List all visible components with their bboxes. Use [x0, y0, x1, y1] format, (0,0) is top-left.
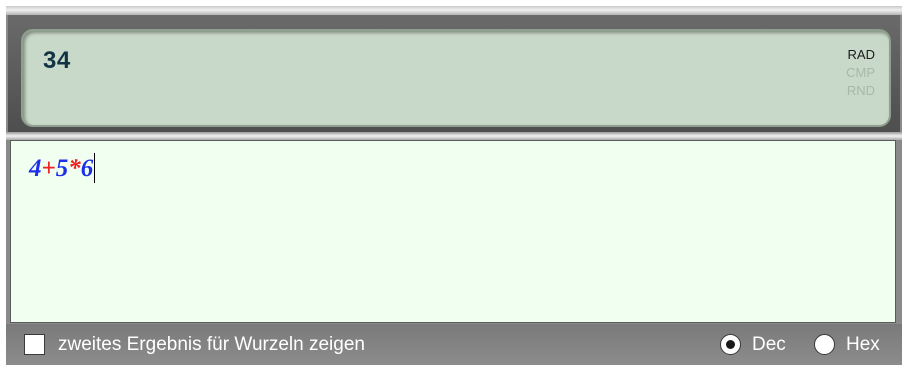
expression-token: 6 — [80, 155, 94, 182]
dec-radio-label[interactable]: Dec — [752, 334, 786, 356]
text-caret — [94, 153, 96, 183]
options-bar: zweites Ergebnis für Wurzeln zeigen Dec … — [6, 324, 902, 365]
cmp-indicator: CMP — [846, 65, 875, 80]
mode-indicators: RAD CMP RND — [846, 46, 875, 100]
rnd-indicator: RND — [846, 83, 875, 98]
expression-editor[interactable]: 4+5*6 — [10, 140, 896, 323]
second-root-result-checkbox[interactable] — [24, 334, 45, 355]
dec-radio[interactable] — [720, 334, 741, 355]
lcd-display: 34 RAD CMP RND — [23, 31, 889, 125]
expression-token: 5 — [55, 155, 69, 182]
calculator-window: 34 RAD CMP RND 4+5*6 zweites Ergebnis fü… — [6, 6, 902, 365]
middle-bezel — [6, 132, 902, 140]
expression-token: * — [68, 155, 81, 182]
expression-text: 4+5*6 — [29, 153, 96, 183]
expression-token: 4 — [29, 155, 42, 182]
radio-selected-dot — [726, 340, 735, 349]
rad-indicator: RAD — [847, 47, 875, 62]
hex-radio[interactable] — [814, 334, 835, 355]
second-root-result-label[interactable]: zweites Ergebnis für Wurzeln zeigen — [58, 334, 365, 356]
display-panel: 34 RAD CMP RND — [8, 15, 900, 132]
result-value: 34 — [43, 47, 71, 74]
hex-radio-label[interactable]: Hex — [846, 334, 880, 356]
top-bezel — [6, 6, 902, 15]
expression-token: + — [41, 155, 56, 182]
